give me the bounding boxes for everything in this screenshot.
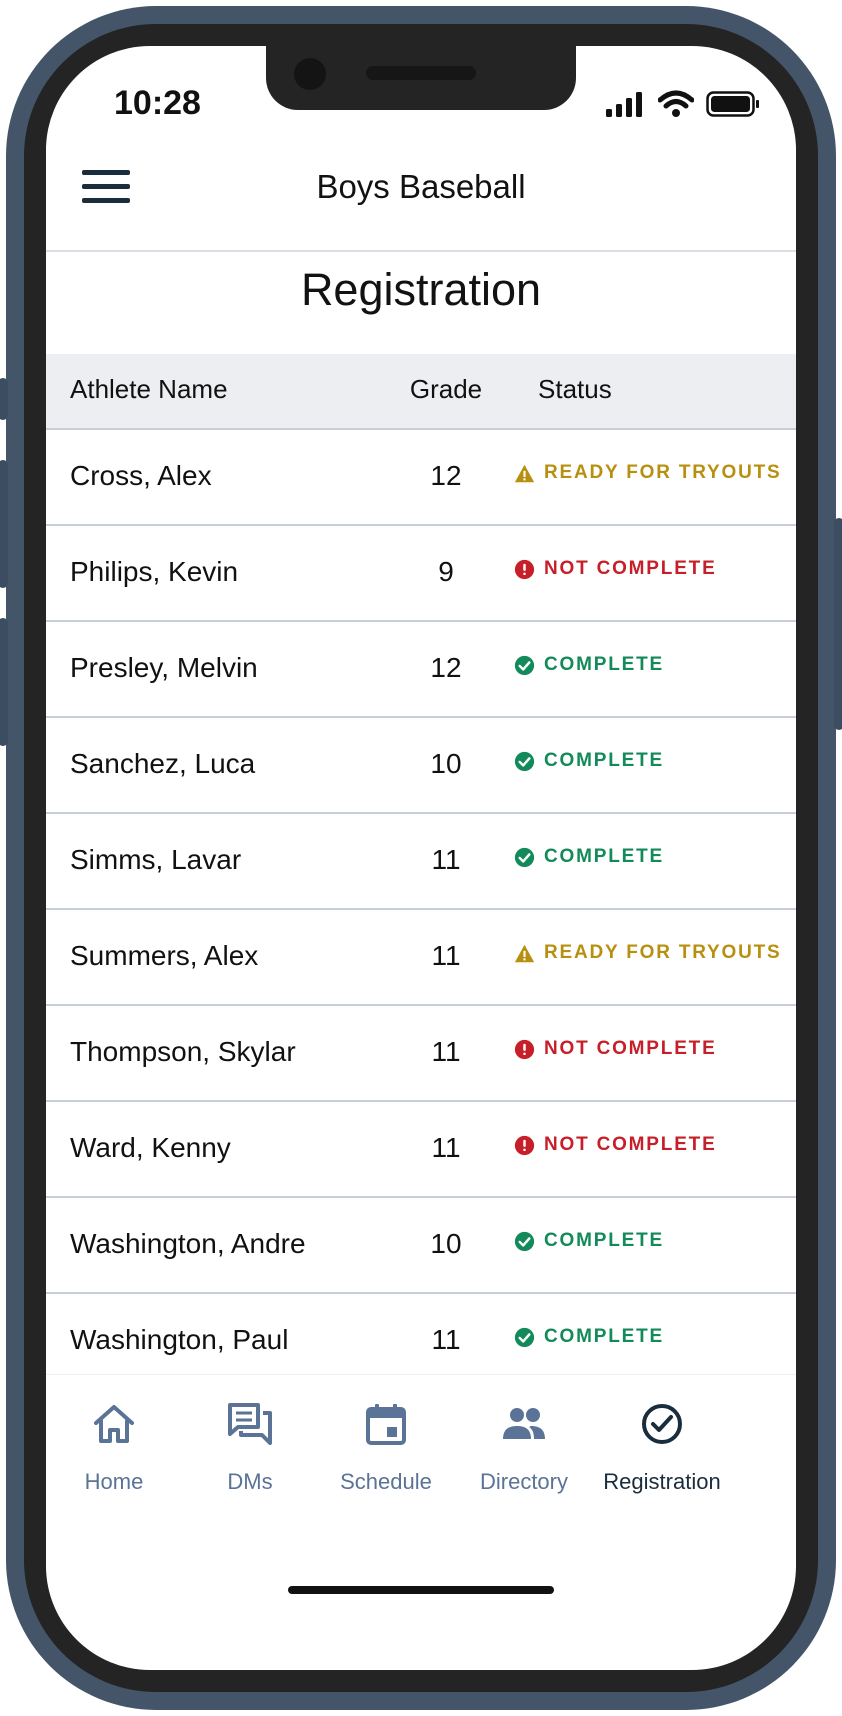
nav-label: Schedule [340,1469,432,1494]
table-row[interactable]: Ward, Kenny 11 NOT COMPLETE [46,1102,796,1198]
status-text: NOT COMPLETE [544,1038,717,1059]
cellular-signal-icon [606,92,642,117]
status-badge: READY FOR TRYOUTS [514,942,782,964]
athlete-name: Presley, Melvin [70,652,258,683]
status-badge: COMPLETE [514,1230,664,1252]
table-row[interactable]: Washington, Andre 10 COMPLETE [46,1198,796,1294]
athlete-grade: 12 [430,460,462,491]
check-circle-icon [639,1401,685,1447]
power-button [834,518,842,730]
top-app-bar: Boys Baseball [46,146,796,252]
nav-label: DMs [227,1469,273,1494]
table-row[interactable]: Cross, Alex 12 READY FOR TRYOUTS [46,430,796,526]
table-header: Athlete Name Grade Status [46,354,796,430]
mute-switch [0,378,8,420]
athlete-grade: 11 [431,1324,461,1355]
table-row[interactable]: Simms, Lavar 11 COMPLETE [46,814,796,910]
warning-icon [514,463,535,484]
nav-item-dms[interactable]: DMs [175,1375,325,1515]
status-text: COMPLETE [544,846,664,867]
status-badge: COMPLETE [514,846,664,868]
team-title: Boys Baseball [316,168,526,205]
volume-down-button [0,618,8,746]
status-text: COMPLETE [544,750,664,771]
status-badge: NOT COMPLETE [514,558,717,580]
warning-icon [514,943,535,964]
error-icon [514,1135,535,1156]
front-camera [294,58,326,90]
status-badge: COMPLETE [514,1326,664,1348]
check-circle-icon [514,655,535,676]
status-badge: COMPLETE [514,750,664,772]
athlete-name: Sanchez, Luca [70,748,256,779]
volume-up-button [0,460,8,588]
nav-label: Directory [479,1469,568,1494]
error-icon [514,1039,535,1060]
check-circle-icon [514,751,535,772]
column-header-athlete-name[interactable]: Athlete Name [70,374,228,405]
athlete-name: Simms, Lavar [70,844,242,875]
athlete-grade: 11 [431,940,461,971]
athlete-name: Ward, Kenny [70,1132,231,1163]
athlete-name: Washington, Andre [70,1228,306,1259]
table-row[interactable]: Sanchez, Luca 10 COMPLETE [46,718,796,814]
registration-list: Cross, Alex 12 READY FOR TRYOUTS Philips, K… [46,430,796,1486]
nav-item-directory[interactable]: Directory [449,1375,599,1515]
status-badge: COMPLETE [514,654,664,676]
page-title: Registration [300,264,542,315]
status-text: READY FOR TRYOUTS [544,942,782,963]
athlete-grade: 10 [430,1228,462,1259]
athlete-grade: 11 [431,1036,461,1067]
check-circle-icon [514,1327,535,1348]
athlete-grade: 9 [438,556,454,587]
status-text: NOT COMPLETE [544,558,717,579]
athlete-grade: 12 [430,652,462,683]
table-row[interactable]: Presley, Melvin 12 COMPLETE [46,622,796,718]
status-text: NOT COMPLETE [544,1134,717,1155]
status-badge: NOT COMPLETE [514,1038,717,1060]
athlete-name: Thompson, Skylar [70,1036,296,1067]
wifi-icon [658,90,694,117]
app-screen: 10:28 Boys Baseball Registration Athlete… [46,46,796,1670]
nav-label: Registration [603,1469,721,1494]
status-time: 10:28 [114,84,201,122]
athlete-name: Cross, Alex [70,460,212,491]
bottom-navigation: Home DMs Schedule Directory Registration [46,1374,796,1525]
athlete-name: Philips, Kevin [70,556,239,587]
athlete-grade: 10 [430,748,462,779]
column-header-grade[interactable]: Grade [406,374,486,405]
check-circle-icon [514,847,535,868]
nav-item-home[interactable]: Home [46,1375,189,1515]
error-icon [514,559,535,580]
people-icon [501,1401,547,1447]
home-indicator [288,1586,554,1594]
messages-icon [227,1401,273,1447]
calendar-icon [363,1401,409,1447]
check-circle-icon [514,1231,535,1252]
athlete-name: Washington, Paul [70,1324,289,1355]
nav-item-schedule[interactable]: Schedule [311,1375,461,1515]
table-row[interactable]: Thompson, Skylar 11 NOT COMPLETE [46,1006,796,1102]
status-text: COMPLETE [544,1230,664,1251]
table-row[interactable]: Summers, Alex 11 READY FOR TRYOUTS [46,910,796,1006]
home-icon [91,1401,137,1447]
status-badge: NOT COMPLETE [514,1134,717,1156]
status-badge: READY FOR TRYOUTS [514,462,782,484]
status-icons [606,90,760,118]
athlete-name: Summers, Alex [70,940,259,971]
athlete-grade: 11 [431,844,461,875]
status-text: COMPLETE [544,654,664,675]
nav-label: Home [84,1469,144,1494]
table-row[interactable]: Philips, Kevin 9 NOT COMPLETE [46,526,796,622]
battery-icon [706,91,759,117]
status-text: READY FOR TRYOUTS [544,462,782,483]
nav-item-registration[interactable]: Registration [587,1375,737,1515]
speaker-grille [366,66,476,80]
athlete-grade: 11 [431,1132,461,1163]
status-text: COMPLETE [544,1326,664,1347]
column-header-status[interactable]: Status [538,374,612,405]
